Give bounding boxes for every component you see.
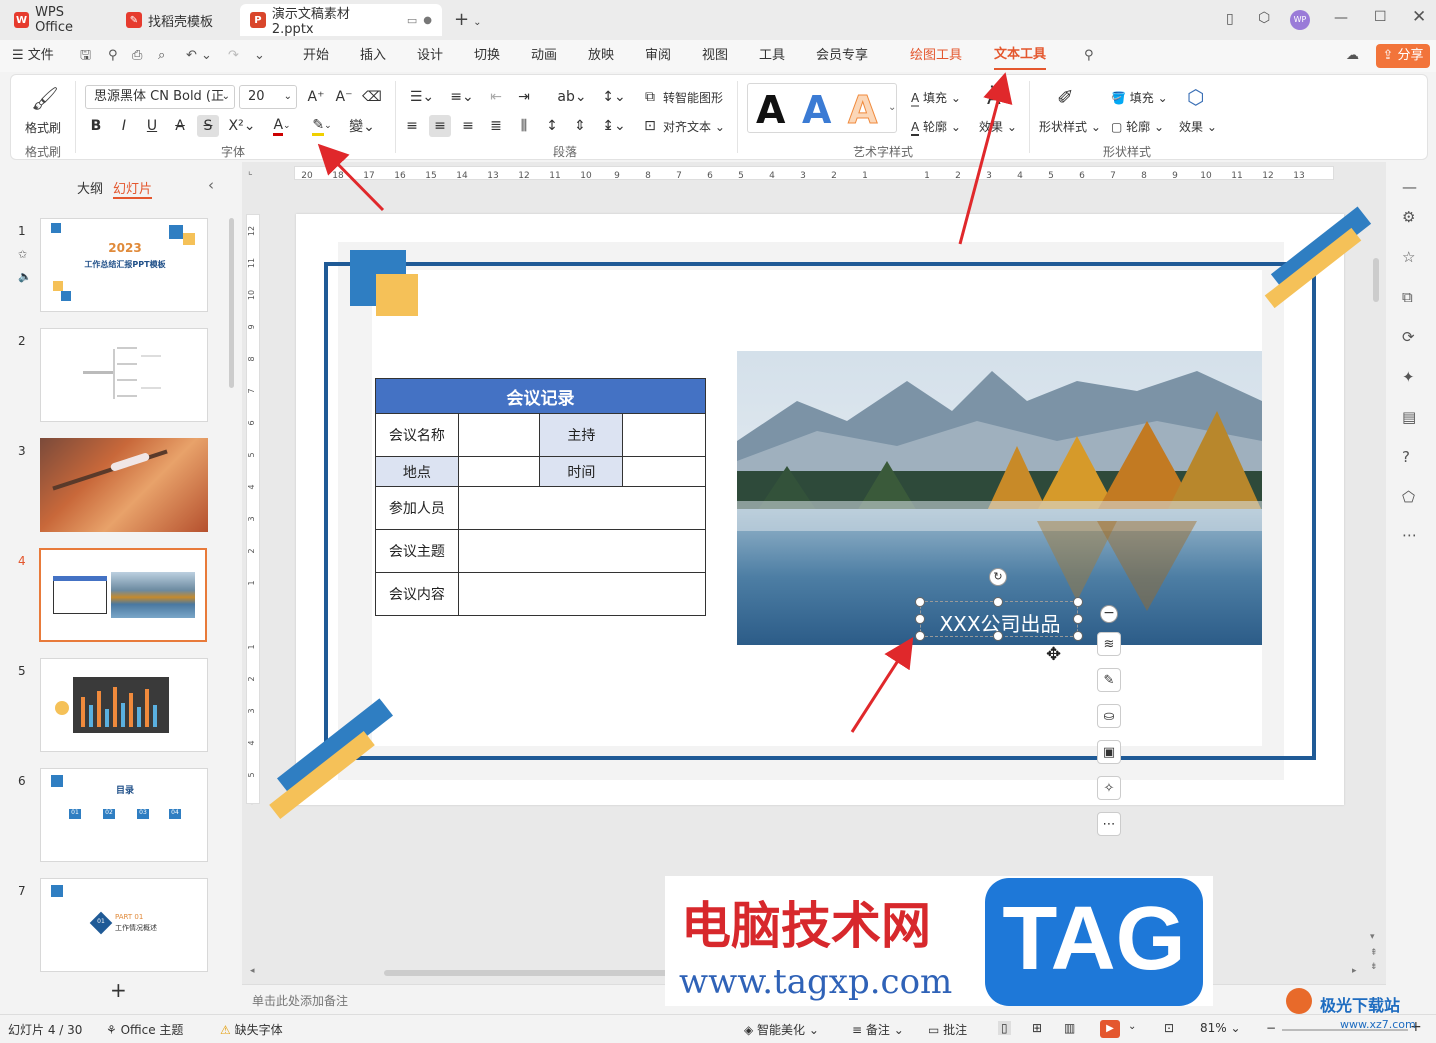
- arrow-to-text-tools: [958, 72, 1013, 245]
- arrow-to-highlight: [317, 143, 385, 212]
- arrow-to-caption: [850, 636, 914, 733]
- annotation-arrows: [317, 72, 1013, 733]
